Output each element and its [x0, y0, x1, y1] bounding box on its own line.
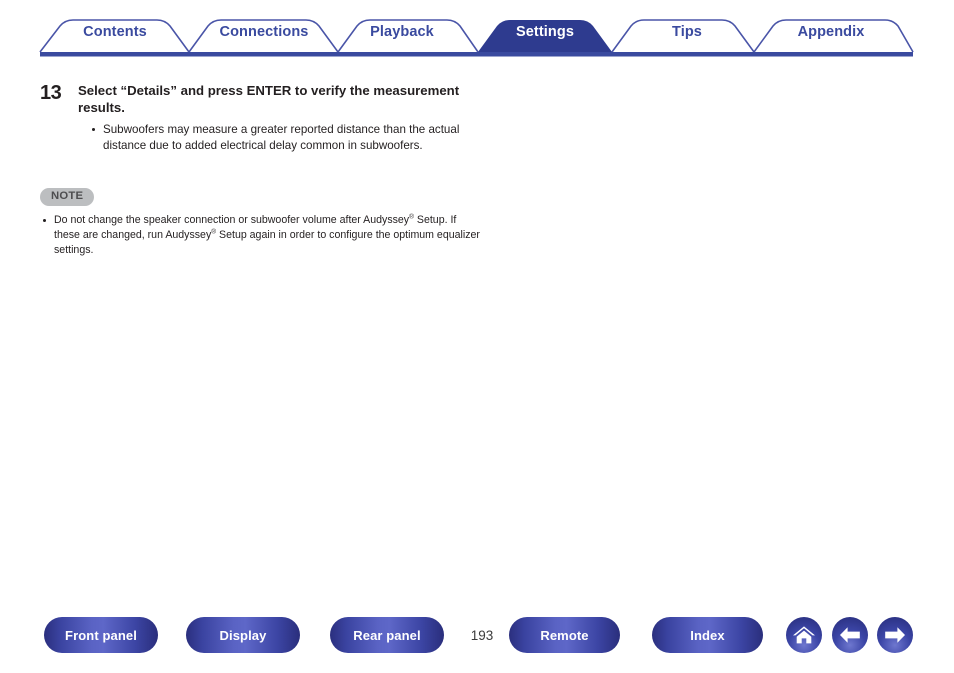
home-button[interactable] [786, 617, 822, 653]
page-number: 193 [470, 628, 494, 643]
step-block: 13 Select “Details” and press ENTER to v… [40, 82, 470, 154]
display-button[interactable]: Display [186, 617, 300, 653]
tab-tips[interactable]: Tips [645, 24, 729, 40]
next-button[interactable] [877, 617, 913, 653]
arrow-right-icon [885, 627, 905, 643]
tab-bar: Contents Connections Playback Settings T… [0, 0, 954, 62]
remote-button[interactable]: Remote [509, 617, 620, 653]
tab-playback[interactable]: Playback [356, 24, 448, 40]
index-button[interactable]: Index [652, 617, 763, 653]
arrow-left-icon [840, 627, 860, 643]
note-badge: NOTE [40, 188, 95, 206]
tab-connections[interactable]: Connections [200, 24, 328, 40]
tab-appendix[interactable]: Appendix [785, 24, 877, 40]
note-bullet-list: Do not change the speaker connection or … [40, 213, 480, 258]
step-bullet-list: Subwoofers may measure a greater reporte… [90, 122, 470, 154]
tab-settings[interactable]: Settings [500, 24, 590, 40]
tab-baseline [40, 52, 913, 57]
note-block: NOTE Do not change the speaker connectio… [40, 186, 480, 258]
rear-panel-button[interactable]: Rear panel [330, 617, 444, 653]
tab-contents[interactable]: Contents [73, 24, 157, 40]
step-number: 13 [40, 82, 62, 104]
footer-bar: Front panel Display Rear panel 193 Remot… [0, 612, 954, 673]
home-icon [793, 626, 815, 644]
back-button[interactable] [832, 617, 868, 653]
front-panel-button[interactable]: Front panel [44, 617, 158, 653]
step-title: Select “Details” and press ENTER to veri… [78, 83, 460, 116]
list-item: Subwoofers may measure a greater reporte… [90, 122, 470, 154]
list-item: Do not change the speaker connection or … [40, 213, 480, 258]
